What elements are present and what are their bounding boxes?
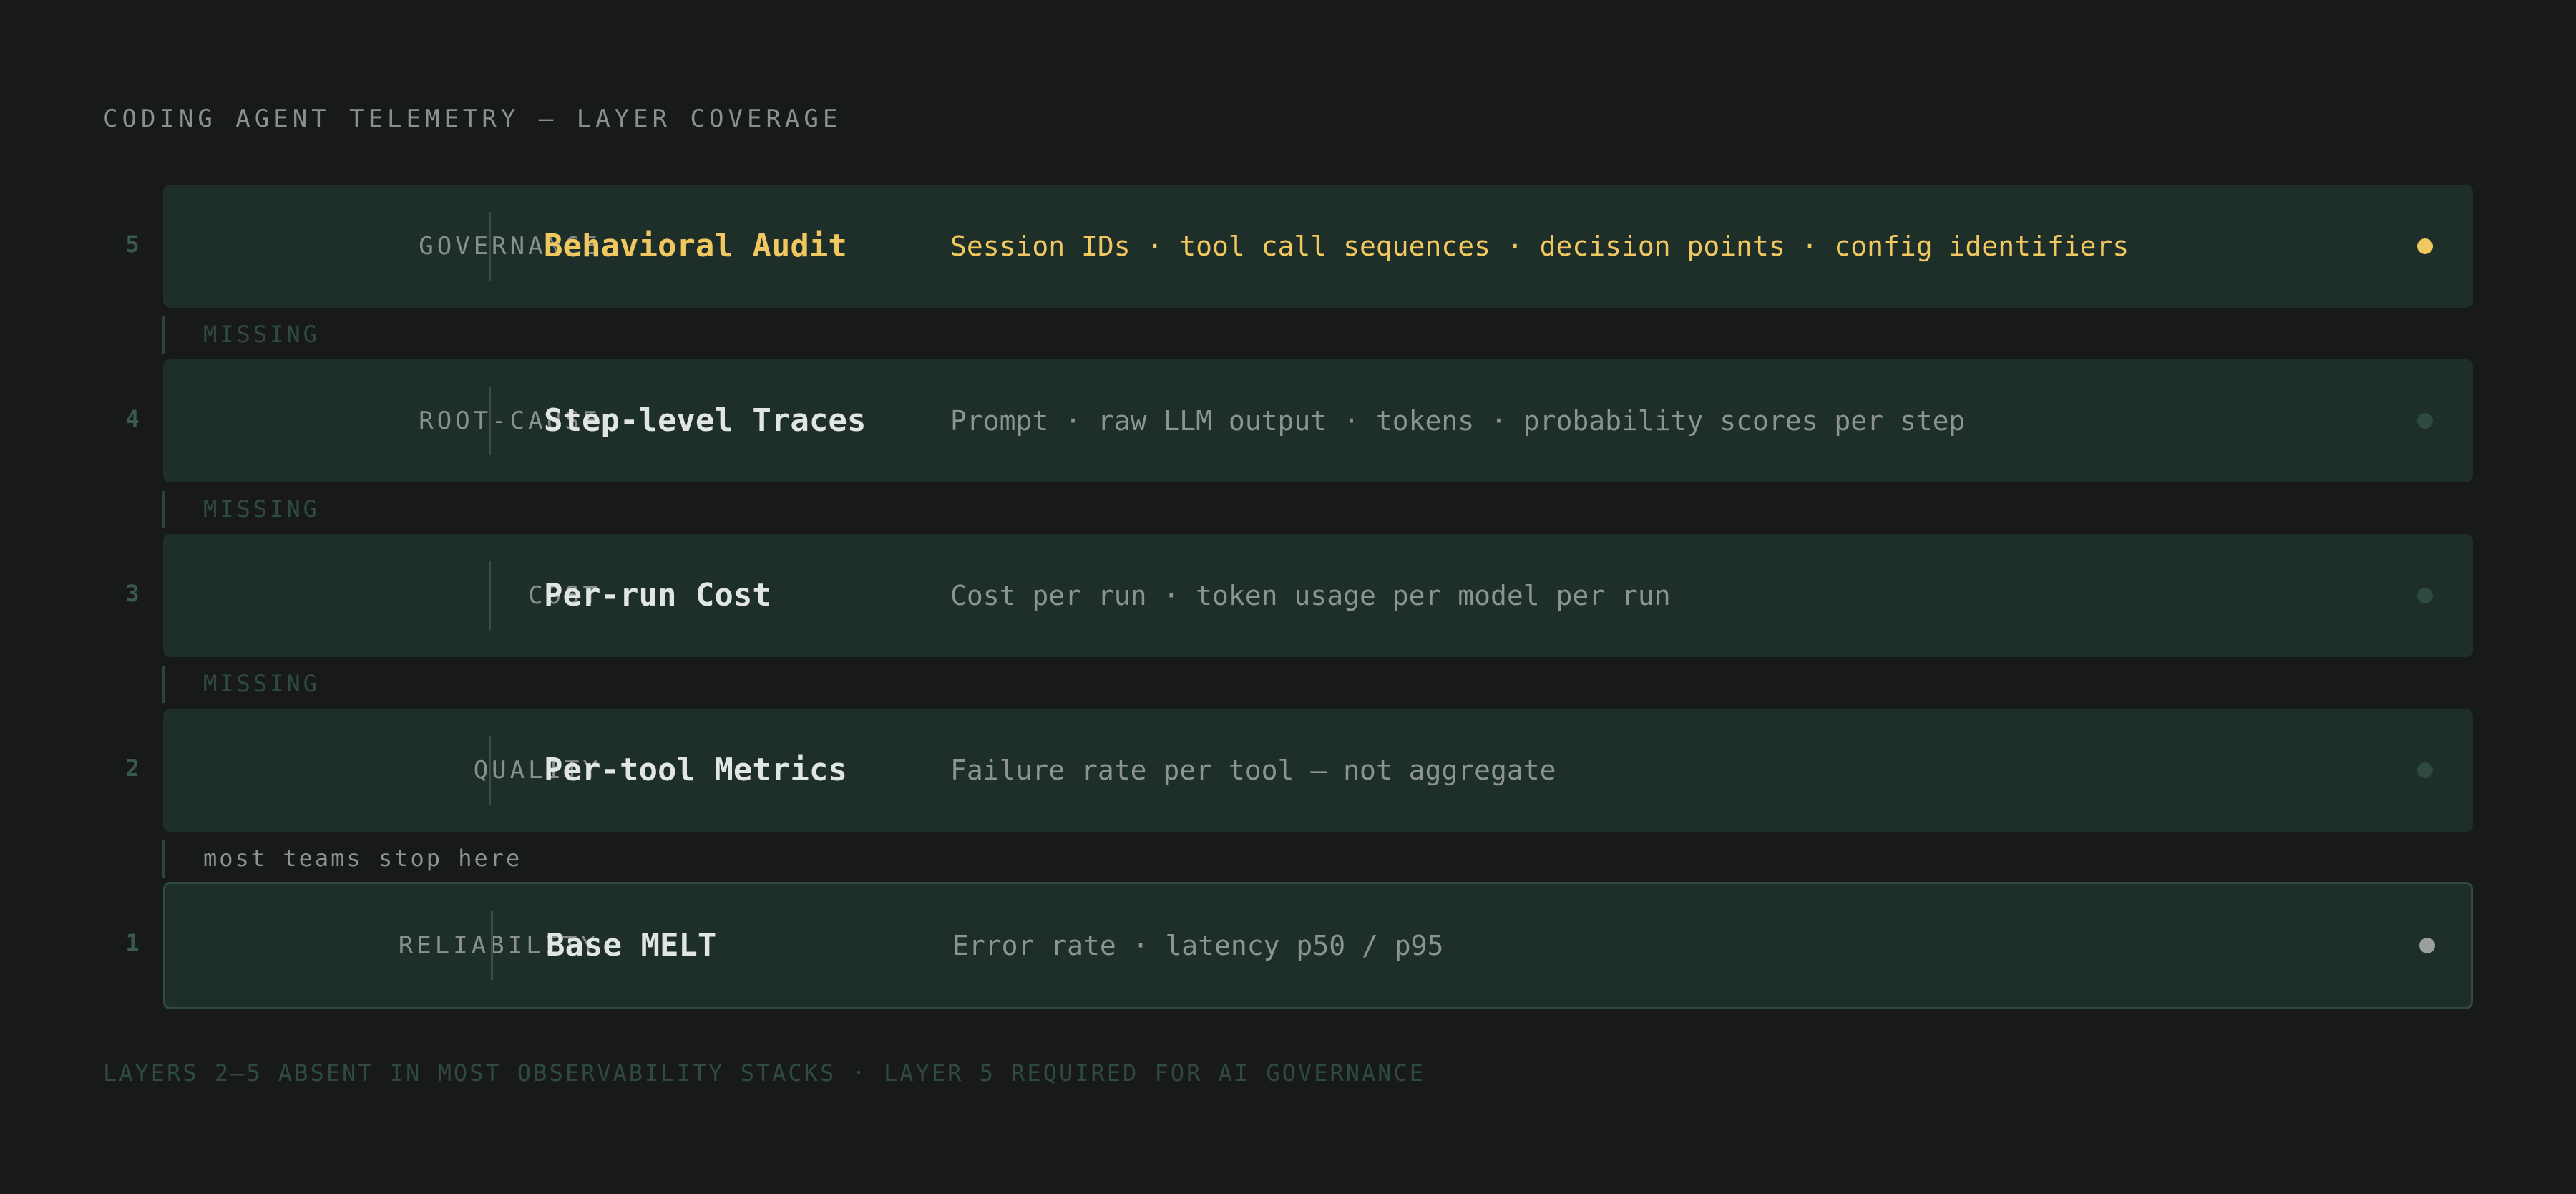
layer-number: 2 — [125, 754, 140, 782]
layer-card-governance: GOVERNANCE Behavioral Audit Session IDs … — [163, 185, 2473, 308]
status-dot-icon — [2417, 762, 2433, 778]
status-dot-icon — [2419, 938, 2435, 953]
layer-description: Session IDs · tool call sequences · deci… — [950, 230, 2129, 262]
layer-3-row: 3 COST Per-run Cost Cost per run · token… — [0, 534, 2576, 657]
gap-marker: MISSING — [162, 316, 317, 354]
layer-card-reliability: RELIABILITY Base MELT Error rate · laten… — [163, 882, 2473, 1009]
divider — [489, 212, 491, 281]
layer-number: 3 — [125, 580, 140, 607]
gap-marker: MISSING — [162, 491, 317, 528]
layer-name: Per-run Cost — [544, 577, 771, 613]
diagram-title: CODING AGENT TELEMETRY — LAYER COVERAGE — [103, 105, 842, 133]
layer-number: 5 — [125, 230, 140, 258]
layer-description: Failure rate per tool — not aggregate — [950, 754, 1556, 786]
layer-card-root-cause: ROOT-CAUSE Step-level Traces Prompt · ra… — [163, 359, 2473, 482]
gap-label: MISSING — [203, 321, 320, 348]
status-dot-icon — [2417, 238, 2433, 254]
layer-card-cost: COST Per-run Cost Cost per run · token u… — [163, 534, 2473, 657]
layer-name: Behavioral Audit — [544, 228, 847, 264]
divider — [489, 561, 491, 630]
status-dot-icon — [2417, 588, 2433, 603]
footer-note: LAYERS 2–5 ABSENT IN MOST OBSERVABILITY … — [103, 1059, 1426, 1087]
layer-1-row: 1 RELIABILITY Base MELT Error rate · lat… — [0, 882, 2576, 1009]
layer-4-row: 4 ROOT-CAUSE Step-level Traces Prompt · … — [0, 359, 2576, 482]
gap-note-label: most teams stop here — [203, 845, 522, 872]
divider — [489, 387, 491, 455]
layer-name: Base MELT — [546, 927, 717, 964]
status-dot-icon — [2417, 413, 2433, 429]
divider — [491, 911, 493, 980]
layer-description: Cost per run · token usage per model per… — [950, 580, 1671, 611]
layer-name: Step-level Traces — [544, 402, 867, 439]
layer-number: 4 — [125, 405, 140, 432]
divider — [489, 736, 491, 805]
gap-marker: MISSING — [162, 666, 317, 703]
gap-note: most teams stop here — [162, 840, 519, 878]
layer-description: Error rate · latency p50 / p95 — [952, 930, 1444, 961]
layer-name: Per-tool Metrics — [544, 752, 847, 788]
layer-2-row: 2 QUALITY Per-tool Metrics Failure rate … — [0, 709, 2576, 832]
layer-number: 1 — [125, 929, 140, 956]
layer-description: Prompt · raw LLM output · tokens · proba… — [950, 405, 1966, 437]
gap-label: MISSING — [203, 495, 320, 523]
layer-5-row: 5 GOVERNANCE Behavioral Audit Session ID… — [0, 185, 2576, 308]
gap-label: MISSING — [203, 670, 320, 697]
layer-card-quality: QUALITY Per-tool Metrics Failure rate pe… — [163, 709, 2473, 832]
